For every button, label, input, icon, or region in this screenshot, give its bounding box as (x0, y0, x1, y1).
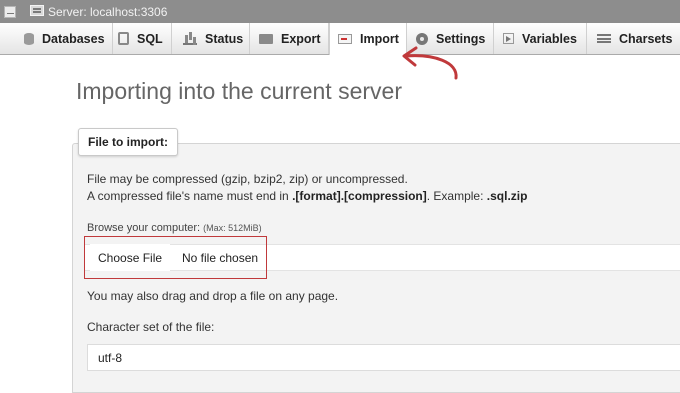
server-title-bar: Server: localhost:3306 (0, 0, 680, 23)
charset-label: Character set of the file: (87, 320, 215, 334)
server-title: Server: localhost:3306 (48, 5, 168, 19)
browse-label-text: Browse your computer: (87, 222, 204, 234)
variables-icon (503, 33, 514, 44)
tab-databases[interactable]: Databases (14, 23, 113, 54)
filename-note-prefix: A compressed file's name must end in (87, 189, 293, 203)
drag-drop-note: You may also drag and drop a file on any… (87, 289, 339, 303)
tab-status-label: Status (205, 31, 244, 46)
database-icon (24, 32, 34, 45)
tab-sql[interactable]: SQL (113, 23, 172, 54)
tab-variables[interactable]: Variables (494, 23, 587, 54)
sql-icon (118, 32, 129, 45)
tab-status[interactable]: Status (172, 23, 250, 54)
annotation-arrow (402, 46, 458, 80)
tab-import-label: Import (360, 32, 399, 46)
server-icon (30, 5, 44, 16)
tab-charsets-label: Charsets (619, 31, 673, 46)
charsets-icon (597, 34, 611, 43)
compression-note: File may be compressed (gzip, bzip2, zip… (87, 172, 408, 186)
tab-bar: Databases SQL Status Export Import Setti… (0, 23, 680, 55)
tab-export[interactable]: Export (250, 23, 329, 54)
export-icon (259, 33, 273, 44)
import-icon (338, 34, 352, 44)
filename-note-format: .[format].[compression] (292, 189, 427, 203)
tab-databases-label: Databases (42, 31, 105, 46)
tab-variables-label: Variables (522, 31, 577, 46)
max-size-note: (Max: 512MiB) (203, 223, 262, 233)
status-icon (183, 33, 197, 45)
file-import-legend: File to import: (78, 128, 178, 156)
charset-select[interactable]: utf-8 (87, 344, 680, 371)
filename-note: A compressed file's name must end in .[f… (87, 189, 527, 203)
tab-sql-label: SQL (137, 31, 163, 46)
collapse-icon[interactable] (4, 6, 16, 18)
tab-charsets[interactable]: Charsets (587, 23, 680, 54)
browse-label: Browse your computer: (Max: 512MiB) (87, 222, 262, 234)
tab-export-label: Export (281, 31, 321, 46)
filename-note-example: .sql.zip (486, 189, 528, 203)
page-title: Importing into the current server (76, 78, 402, 104)
filename-note-middle: . Example: (426, 189, 487, 203)
annotation-highlight-box (84, 236, 267, 279)
